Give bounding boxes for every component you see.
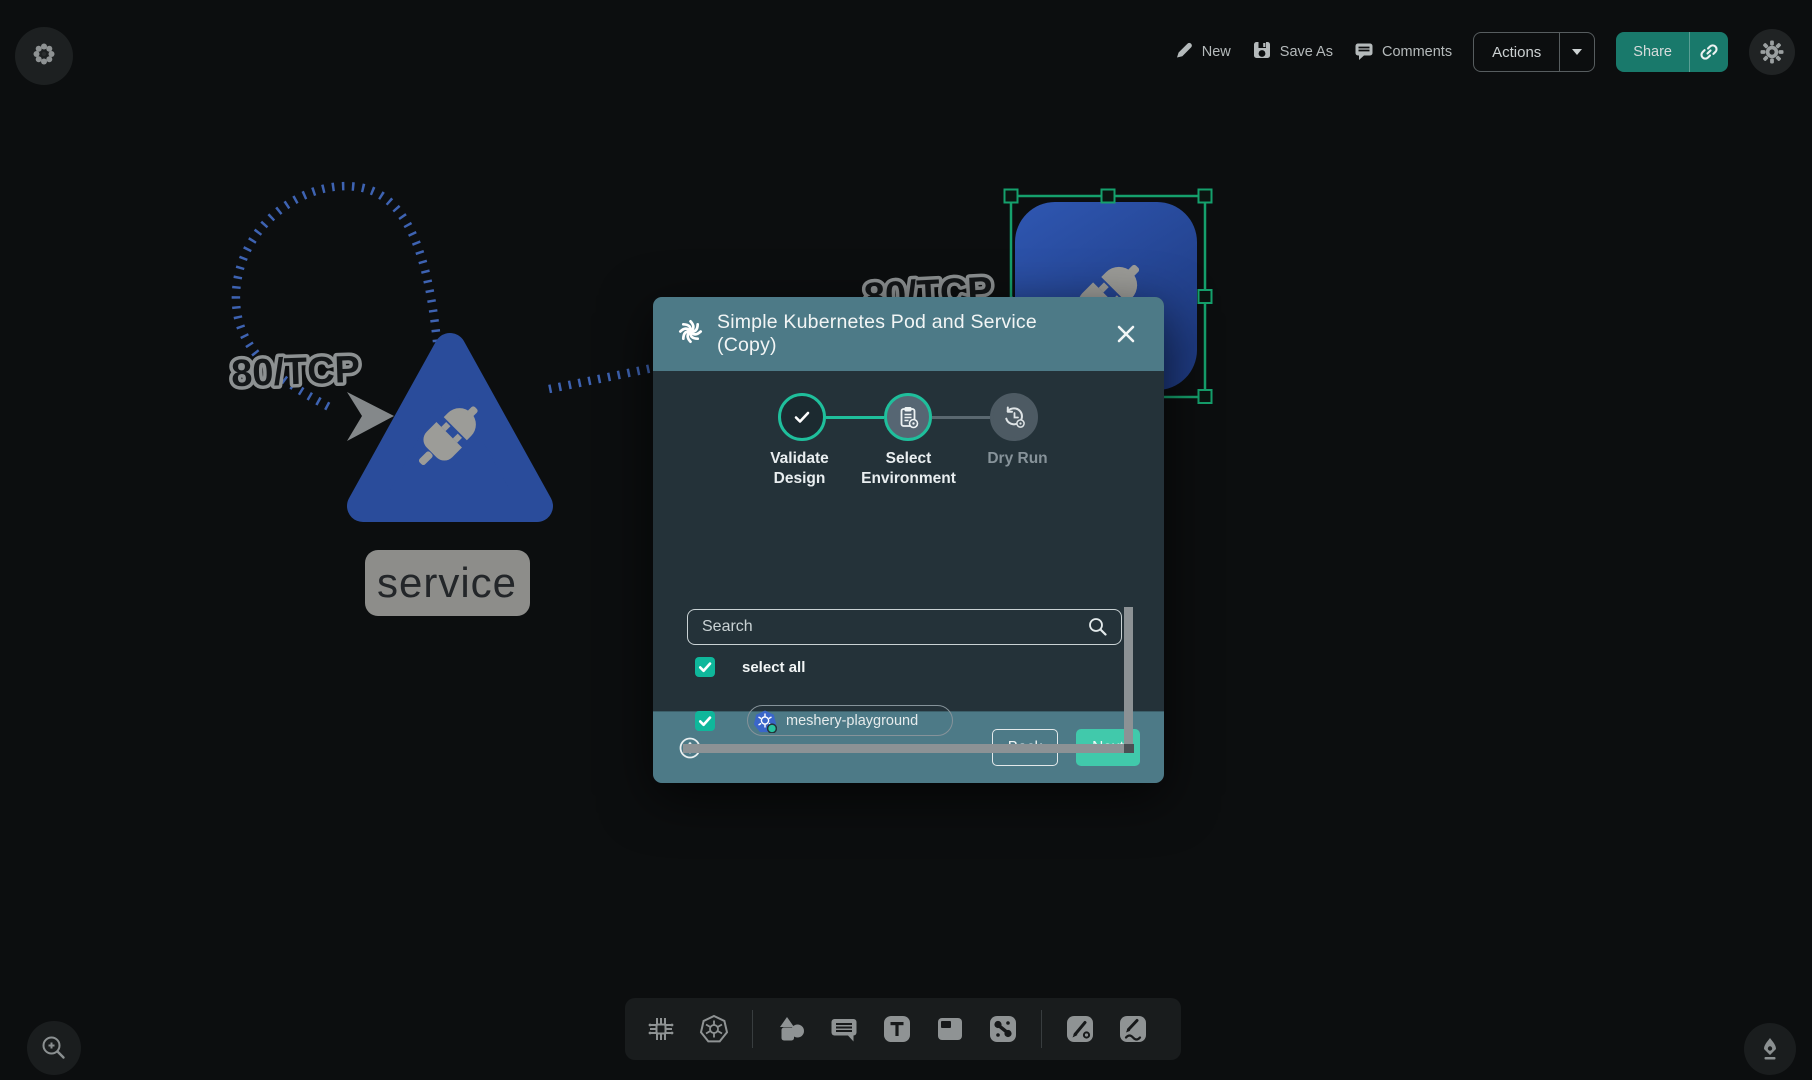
gear-icon xyxy=(1759,39,1785,65)
environment-chip[interactable]: meshery-playground xyxy=(747,705,953,736)
canvas-tool-dock xyxy=(625,998,1181,1060)
environment-row: meshery-playground xyxy=(695,705,953,736)
modal-body: Validate Design Select Environment Dry R… xyxy=(653,371,1164,711)
stepper-labels: Validate Design Select Environment Dry R… xyxy=(745,449,1072,489)
comments-icon xyxy=(1354,40,1374,64)
edge-label-port: 80/TCP xyxy=(230,349,360,395)
environment-checkbox[interactable] xyxy=(695,711,715,731)
check-icon xyxy=(697,659,713,675)
new-label: New xyxy=(1202,44,1231,60)
handle-top-mid[interactable] xyxy=(1102,190,1115,203)
handle-right-mid[interactable] xyxy=(1199,290,1212,303)
comments-button[interactable]: Comments xyxy=(1354,40,1452,64)
caret-down-icon xyxy=(1572,49,1582,55)
image-tool-icon[interactable] xyxy=(935,1014,965,1044)
flower-logo-icon xyxy=(29,39,59,74)
check-icon xyxy=(697,713,713,729)
connected-status-dot xyxy=(768,724,777,733)
text-tool-icon[interactable] xyxy=(882,1014,912,1044)
comments-label: Comments xyxy=(1382,44,1452,60)
actions-dropdown-button[interactable]: Actions xyxy=(1473,32,1595,72)
meshery-design-canvas-app: 80/TCP 80/TCP service New xyxy=(0,0,1812,1080)
deploy-design-modal: Simple Kubernetes Pod and Service (Copy) xyxy=(653,297,1164,783)
search-icon xyxy=(1087,616,1109,638)
step-dry-run xyxy=(990,393,1038,441)
vertical-scrollbar[interactable] xyxy=(1124,607,1133,744)
modal-header: Simple Kubernetes Pod and Service (Copy) xyxy=(653,297,1164,371)
handle-top-left[interactable] xyxy=(1005,190,1018,203)
environment-name: meshery-playground xyxy=(786,713,918,729)
check-icon xyxy=(790,405,814,429)
modal-title: Simple Kubernetes Pod and Service (Copy) xyxy=(717,311,1099,357)
search-input[interactable] xyxy=(700,617,1087,637)
link-icon xyxy=(1699,42,1719,62)
close-icon xyxy=(1116,324,1136,344)
pen-tool-icon[interactable] xyxy=(1065,1014,1095,1044)
component-icon[interactable] xyxy=(646,1014,676,1044)
share-button[interactable]: Share xyxy=(1616,32,1728,72)
save-as-label: Save As xyxy=(1280,44,1333,60)
step-select-environment xyxy=(884,393,932,441)
select-all-label: select all xyxy=(742,659,805,676)
top-toolbar: New Save As Comments xyxy=(1174,31,1795,73)
dock-divider xyxy=(1041,1010,1042,1048)
doodle-tool-icon[interactable] xyxy=(1118,1014,1148,1044)
clipboard-gear-icon xyxy=(895,404,921,430)
horizontal-scrollbar[interactable] xyxy=(683,744,1124,753)
actions-caret-button[interactable] xyxy=(1560,33,1594,71)
settings-button[interactable] xyxy=(1749,29,1795,75)
handle-bottom-right[interactable] xyxy=(1199,390,1212,403)
step-label-validate-design: Validate Design xyxy=(745,449,854,489)
close-button[interactable] xyxy=(1112,320,1140,348)
kubernetes-icon[interactable] xyxy=(699,1014,729,1044)
select-all-checkbox[interactable] xyxy=(695,657,715,677)
app-logo-button[interactable] xyxy=(15,27,73,85)
service-triangle-node[interactable] xyxy=(363,349,537,506)
connect-tool-icon[interactable] xyxy=(988,1014,1018,1044)
deploy-stepper xyxy=(778,393,1038,441)
copy-link-button[interactable] xyxy=(1690,32,1728,72)
stepper-connector xyxy=(826,416,884,419)
zoom-in-button[interactable] xyxy=(27,1021,81,1075)
dock-divider xyxy=(752,1010,753,1048)
select-all-row: select all xyxy=(695,657,805,677)
environment-search xyxy=(687,609,1122,645)
comment-tool-icon[interactable] xyxy=(829,1014,859,1044)
pen-nib-icon xyxy=(1756,1035,1784,1063)
kubernetes-icon xyxy=(753,709,777,733)
history-gear-icon xyxy=(1001,404,1027,430)
pen-mode-button[interactable] xyxy=(1744,1023,1796,1075)
stepper-connector xyxy=(932,416,990,419)
step-label-dry-run: Dry Run xyxy=(963,449,1072,489)
handle-top-right[interactable] xyxy=(1199,190,1212,203)
step-validate-design xyxy=(778,393,826,441)
pencil-icon xyxy=(1174,40,1194,64)
service-node-label: service xyxy=(377,559,517,606)
new-button[interactable]: New xyxy=(1174,40,1231,64)
save-icon xyxy=(1252,40,1272,64)
share-label: Share xyxy=(1616,32,1689,72)
actions-label: Actions xyxy=(1474,33,1559,71)
save-as-button[interactable]: Save As xyxy=(1252,40,1333,64)
scrollbar-corner xyxy=(1124,744,1134,753)
shapes-icon[interactable] xyxy=(776,1014,806,1044)
zoom-in-icon xyxy=(39,1033,69,1063)
meshery-logo-icon xyxy=(677,318,704,350)
step-label-select-environment: Select Environment xyxy=(854,449,963,489)
